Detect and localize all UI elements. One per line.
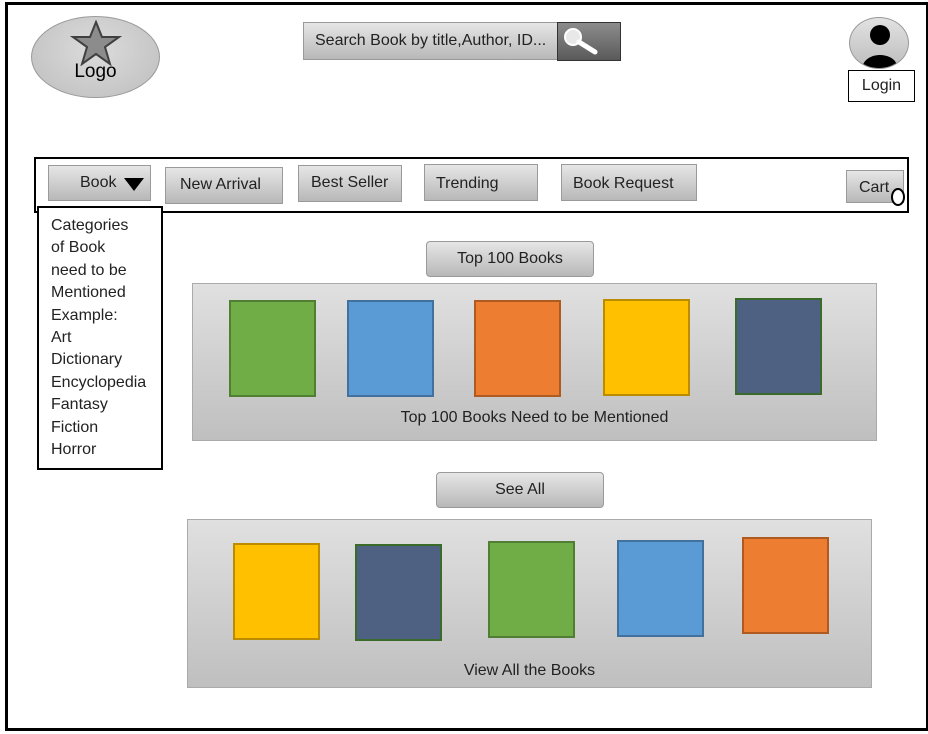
book-categories-dropdown: Categories of Book need to be Mentioned … [37,206,163,470]
nav-best-seller[interactable]: Best Seller [298,165,402,202]
nav-cart-label: Cart [859,179,890,196]
top-book-cover-1[interactable] [229,300,316,397]
caret-down-icon [124,178,144,191]
nav-book-dropdown[interactable]: Book [48,165,151,201]
all-book-cover-5[interactable] [742,537,829,634]
user-avatar[interactable] [849,17,909,69]
magnifier-icon [564,28,598,55]
nav-book-label: Book [80,174,117,191]
cart-ring-icon [891,188,905,206]
all-book-cover-4[interactable] [617,540,704,637]
login-button[interactable]: Login [848,70,915,102]
search-button[interactable] [557,22,621,61]
top-100-caption: Top 100 Books Need to be Mentioned [400,409,669,426]
search-input[interactable]: Search Book by title,Author, ID... [303,22,560,60]
category-item-dictionary[interactable]: Dictionary [51,349,161,371]
all-book-cover-3[interactable] [488,541,575,638]
user-icon [862,25,898,68]
category-item-fiction[interactable]: Fiction [51,417,161,439]
nav-new-arrival[interactable]: New Arrival [165,167,283,204]
top-book-cover-5[interactable] [735,298,822,395]
nav-book-request[interactable]: Book Request [561,164,697,201]
category-item-encyclopedia[interactable]: Encyclopedia [51,372,161,394]
all-book-cover-1[interactable] [233,543,320,640]
all-books-caption: View All the Books [463,662,596,679]
top-book-cover-4[interactable] [603,299,690,396]
category-item-art[interactable]: Art [51,327,161,349]
see-all-button[interactable]: See All [436,472,604,508]
logo[interactable]: Logo [31,16,160,98]
nav-trending[interactable]: Trending [424,164,538,201]
category-item-horror[interactable]: Horror [51,439,161,461]
top-book-cover-3[interactable] [474,300,561,397]
star-icon [70,20,122,66]
dropdown-line: Example: [51,306,118,324]
dropdown-line: need to be [51,261,127,279]
dropdown-line: of Book [51,239,106,257]
top-100-books-button[interactable]: Top 100 Books [426,241,594,277]
category-item-fantasy[interactable]: Fantasy [51,394,161,416]
top-book-cover-2[interactable] [347,300,434,397]
logo-text: Logo [74,61,117,82]
dropdown-line: Mentioned [51,284,126,302]
all-book-cover-2[interactable] [355,544,442,641]
dropdown-line: Categories [51,217,129,234]
